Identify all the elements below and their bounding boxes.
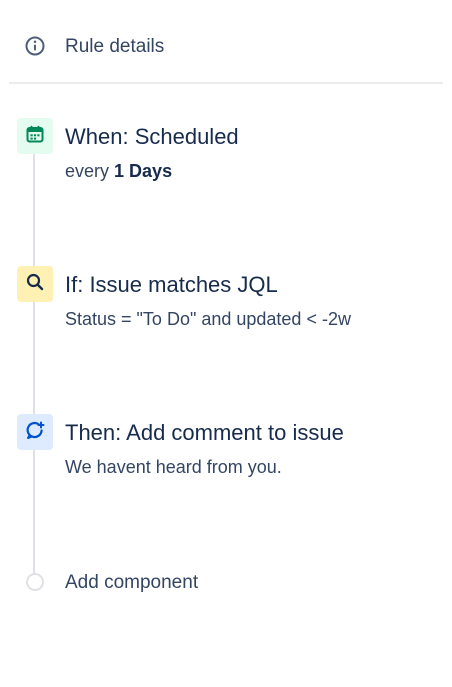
- rule-details-label: Rule details: [65, 36, 165, 57]
- timeline-line: [33, 150, 35, 575]
- info-icon: [24, 35, 46, 57]
- condition-step[interactable]: If: Issue matches JQL Status = "To Do" a…: [0, 266, 452, 346]
- action-step[interactable]: Then: Add comment to issue We havent hea…: [0, 414, 452, 494]
- calendar-icon: [25, 124, 45, 149]
- add-component-label: Add component: [65, 572, 199, 593]
- trigger-title: When: Scheduled: [65, 124, 239, 149]
- trigger-desc-value: 1 Days: [114, 161, 173, 181]
- rule-editor-panel: Rule details When: Scheduled every 1 Day…: [0, 0, 452, 687]
- comment-add-icon: [25, 420, 45, 445]
- trigger-description: every 1 Days: [65, 160, 172, 182]
- action-description: We havent heard from you.: [65, 457, 282, 477]
- action-title: Then: Add comment to issue: [65, 420, 344, 445]
- add-component-button[interactable]: Add component: [0, 566, 452, 600]
- divider: [9, 82, 443, 84]
- trigger-step[interactable]: When: Scheduled every 1 Days: [0, 118, 452, 198]
- condition-description: Status = "To Do" and updated < -2w: [65, 309, 351, 329]
- condition-title: If: Issue matches JQL: [65, 272, 278, 297]
- search-icon: [25, 272, 45, 297]
- trigger-desc-prefix: every: [65, 161, 110, 181]
- action-icon-box: [17, 414, 53, 450]
- add-component-dot-icon: [26, 573, 44, 591]
- condition-icon-box: [17, 266, 53, 302]
- rule-details-button[interactable]: Rule details: [0, 0, 452, 82]
- trigger-icon-box: [17, 118, 53, 154]
